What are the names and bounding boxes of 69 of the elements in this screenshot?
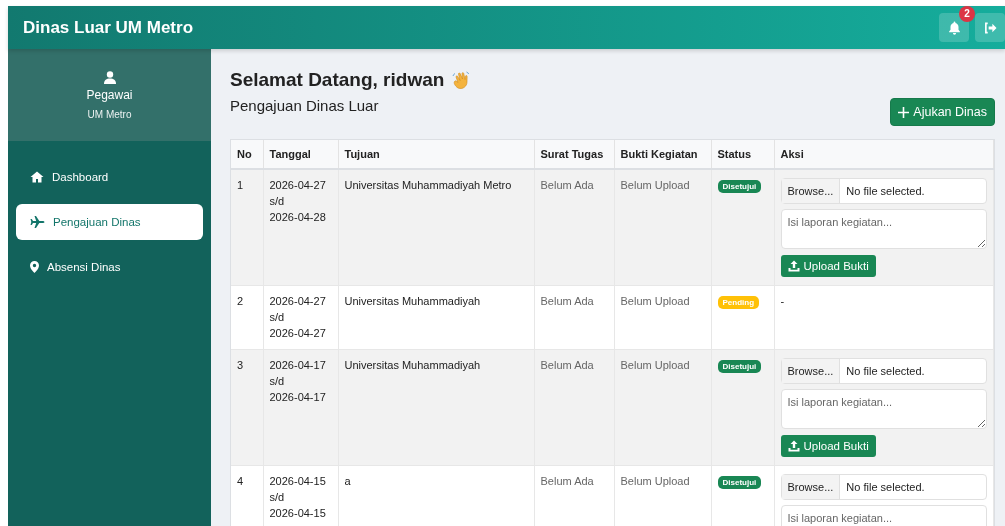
waving-hand-icon bbox=[452, 70, 471, 90]
table-cell: 2 bbox=[231, 285, 263, 350]
column-header: Aksi bbox=[774, 140, 994, 169]
user-icon bbox=[103, 70, 116, 84]
table-cell: Belum Ada bbox=[534, 169, 614, 286]
logout-icon bbox=[983, 21, 997, 34]
status-badge: Disetujui bbox=[717, 360, 762, 373]
sidebar-item[interactable]: Pengajuan Dinas bbox=[16, 204, 203, 240]
add-request-button[interactable]: Ajukan Dinas bbox=[890, 98, 995, 126]
table-cell: Belum Ada bbox=[534, 465, 614, 526]
start-date: 2026-04-17 bbox=[269, 358, 327, 373]
table-cell: Universitas Muhammadiyah bbox=[338, 349, 534, 466]
table-cell: Belum Ada bbox=[534, 349, 614, 466]
user-role: Pegawai bbox=[86, 87, 133, 102]
table-cell: Belum Upload bbox=[614, 285, 711, 350]
date-separator: s/d bbox=[269, 374, 286, 389]
end-date: 2026-04-27 bbox=[269, 326, 327, 341]
app-title: Dinas Luar UM Metro bbox=[23, 17, 194, 38]
table-cell: 4 bbox=[231, 465, 263, 526]
upload-icon bbox=[787, 260, 800, 272]
file-input[interactable]: Browse... No file selected. bbox=[780, 178, 987, 204]
bell-icon bbox=[947, 20, 961, 35]
start-date: 2026-04-15 bbox=[269, 474, 327, 489]
table-cell: Belum Upload bbox=[614, 349, 711, 466]
table-cell: Belum Upload bbox=[614, 465, 711, 526]
table-cell: 3 bbox=[231, 349, 263, 466]
report-textarea[interactable]: Isi laporan kegiatan... bbox=[780, 505, 987, 526]
table-cell: Universitas Muhammadiyah bbox=[338, 285, 534, 350]
date-separator: s/d bbox=[269, 490, 286, 505]
upload-button[interactable]: Upload Bukti bbox=[780, 255, 876, 277]
date-separator: s/d bbox=[269, 310, 286, 325]
status-badge: Pending bbox=[717, 296, 760, 309]
welcome-heading: Selamat Datang, ridwan bbox=[230, 69, 445, 91]
status-badge: Disetujui bbox=[717, 476, 762, 489]
table-cell: Belum Upload bbox=[614, 169, 711, 286]
column-header: Tujuan bbox=[338, 140, 534, 169]
date-separator: s/d bbox=[269, 194, 286, 209]
sidebar-item[interactable]: Absensi Dinas bbox=[16, 249, 203, 285]
home-icon bbox=[30, 171, 44, 183]
end-date: 2026-04-15 bbox=[269, 506, 327, 521]
column-header: No bbox=[231, 140, 263, 169]
section-title: Pengajuan Dinas Luar bbox=[230, 97, 379, 114]
table-cell: Belum Ada bbox=[534, 285, 614, 350]
column-header: Status bbox=[711, 140, 774, 169]
table-cell: - bbox=[780, 295, 785, 307]
file-input[interactable]: Browse... No file selected. bbox=[780, 474, 987, 500]
table-cell: Universitas Muhammadiyah Metro bbox=[338, 169, 534, 286]
end-date: 2026-04-17 bbox=[269, 390, 327, 405]
table-cell: 1 bbox=[231, 169, 263, 286]
notification-button[interactable]: 2 bbox=[939, 6, 975, 42]
file-input[interactable]: Browse... No file selected. bbox=[780, 358, 987, 384]
column-header: Surat Tugas bbox=[534, 140, 614, 169]
airplane-icon bbox=[30, 216, 45, 228]
column-header: Tanggal bbox=[263, 140, 338, 169]
report-textarea[interactable]: Isi laporan kegiatan... bbox=[780, 209, 987, 249]
upload-icon bbox=[787, 440, 800, 452]
user-organization: UM Metro bbox=[87, 108, 132, 120]
map-pin-icon bbox=[30, 261, 39, 273]
column-header: Bukti Kegiatan bbox=[614, 140, 711, 169]
status-badge: Disetujui bbox=[717, 180, 762, 193]
end-date: 2026-04-28 bbox=[269, 210, 327, 225]
sidebar-item[interactable]: Dashboard bbox=[16, 159, 203, 195]
logout-button[interactable] bbox=[975, 13, 1005, 42]
plus-icon bbox=[898, 106, 910, 118]
start-date: 2026-04-27 bbox=[269, 294, 327, 309]
table-cell: a bbox=[338, 465, 534, 526]
upload-button[interactable]: Upload Bukti bbox=[780, 435, 876, 457]
start-date: 2026-04-27 bbox=[269, 178, 327, 193]
report-textarea[interactable]: Isi laporan kegiatan... bbox=[780, 389, 987, 429]
